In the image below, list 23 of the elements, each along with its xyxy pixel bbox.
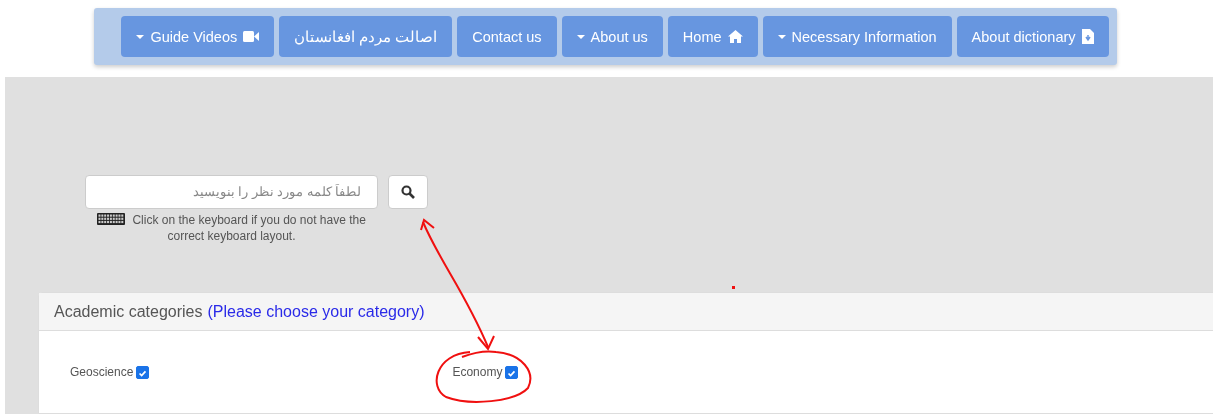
category-checkbox[interactable]: Geoscience [70,365,150,379]
search-icon [401,185,415,199]
caret-icon [777,34,786,39]
nav-button[interactable]: اصالت مردم افغانستان [279,16,453,57]
checkbox[interactable] [505,365,519,379]
checkbox[interactable] [136,365,150,379]
document-icon [1081,29,1094,44]
keyboard-hint-text: Click on the keyboard if you do not have the correct keyboard layout. [132,213,366,243]
nav-button[interactable]: Contact us [457,16,557,57]
panel-title: Academic categories [54,302,203,321]
nav-button[interactable]: Necessary Information [762,16,952,57]
nav-button[interactable]: Home [667,16,758,57]
video-camera-icon [243,31,260,42]
caret-icon [576,34,585,39]
caret-icon [136,34,145,39]
nav-button[interactable]: Guide Videos [121,16,275,57]
category-checkbox[interactable]: Economy [452,365,519,379]
home-icon [727,30,743,43]
nav-button[interactable]: About dictionary [956,16,1109,57]
panel-subtitle: (Please choose your category) [207,302,425,321]
nav-button[interactable]: About us [561,16,663,57]
search-button[interactable] [388,175,428,209]
keyboard-icon[interactable] [97,213,126,225]
